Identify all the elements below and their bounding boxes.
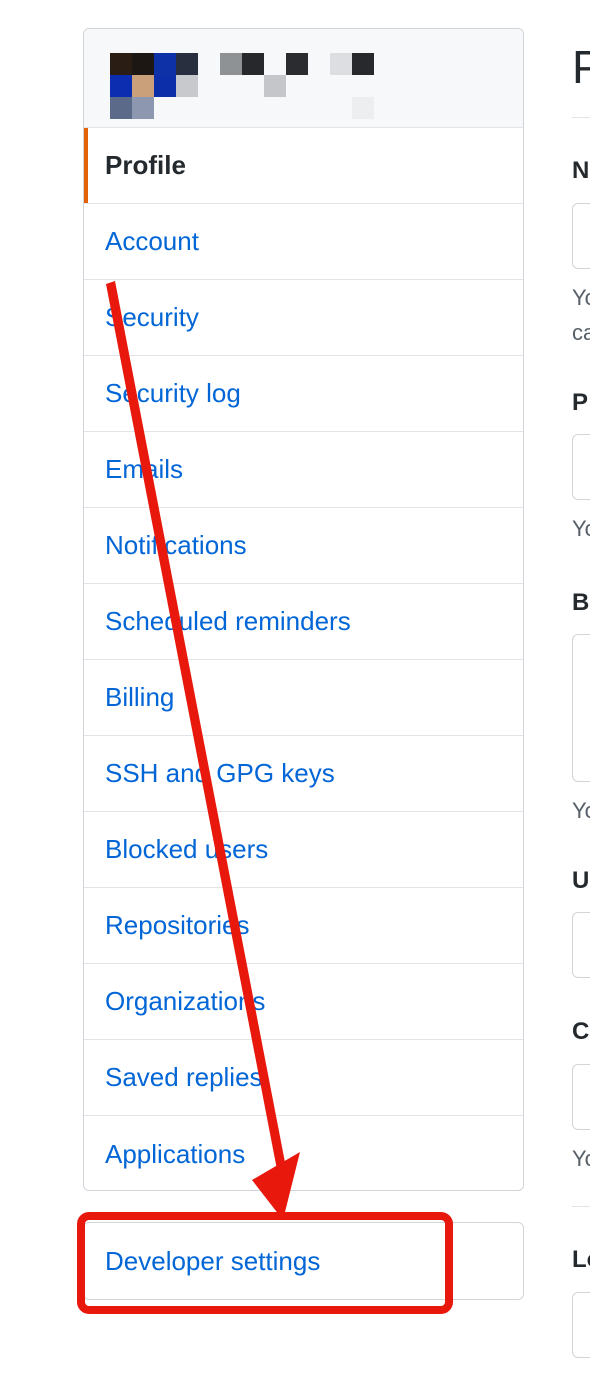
page-title: P <box>572 41 590 93</box>
bio-note: Yo <box>572 798 590 823</box>
menu-item-billing[interactable]: Billing <box>84 660 523 736</box>
name-field[interactable] <box>572 203 590 269</box>
location-label: Lo <box>572 1246 590 1273</box>
menu-item-profile[interactable]: Profile <box>84 128 523 204</box>
profile-form: P N Yo ca P Yo B Yo U C Yo Lo <box>572 0 590 1390</box>
highlight-box <box>77 1212 453 1314</box>
menu-item-organizations[interactable]: Organizations <box>84 964 523 1040</box>
public-email-select[interactable] <box>572 434 590 500</box>
menu-item-security-log[interactable]: Security log <box>84 356 523 432</box>
menu-item-applications[interactable]: Applications <box>84 1116 523 1190</box>
url-label: U <box>572 867 590 894</box>
settings-menu: Profile Account Security Security log Em… <box>83 28 524 1191</box>
menu-item-ssh-gpg-keys[interactable]: SSH and GPG keys <box>84 736 523 812</box>
name-note-line-2: ca <box>572 320 590 345</box>
name-label: N <box>572 157 590 184</box>
pixelated-avatar <box>110 53 375 119</box>
company-field[interactable] <box>572 1064 590 1130</box>
menu-item-account[interactable]: Account <box>84 204 523 280</box>
settings-menu-list: Profile Account Security Security log Em… <box>84 128 523 1190</box>
user-header <box>84 29 523 128</box>
location-field[interactable] <box>572 1292 590 1358</box>
menu-item-blocked-users[interactable]: Blocked users <box>84 812 523 888</box>
public-email-note: Yo <box>572 516 590 541</box>
menu-item-scheduled-reminders[interactable]: Scheduled reminders <box>84 584 523 660</box>
url-field[interactable] <box>572 912 590 978</box>
section-divider <box>572 1206 590 1207</box>
company-label: C <box>572 1018 590 1045</box>
menu-item-notifications[interactable]: Notifications <box>84 508 523 584</box>
bio-label: B <box>572 589 590 616</box>
menu-item-emails[interactable]: Emails <box>84 432 523 508</box>
menu-item-saved-replies[interactable]: Saved replies <box>84 1040 523 1116</box>
menu-item-security[interactable]: Security <box>84 280 523 356</box>
public-email-label: P <box>572 389 589 416</box>
company-note: Yo <box>572 1146 590 1171</box>
name-note: Yo <box>572 285 590 310</box>
menu-item-repositories[interactable]: Repositories <box>84 888 523 964</box>
bio-textarea[interactable] <box>572 634 590 782</box>
title-divider <box>572 117 590 118</box>
